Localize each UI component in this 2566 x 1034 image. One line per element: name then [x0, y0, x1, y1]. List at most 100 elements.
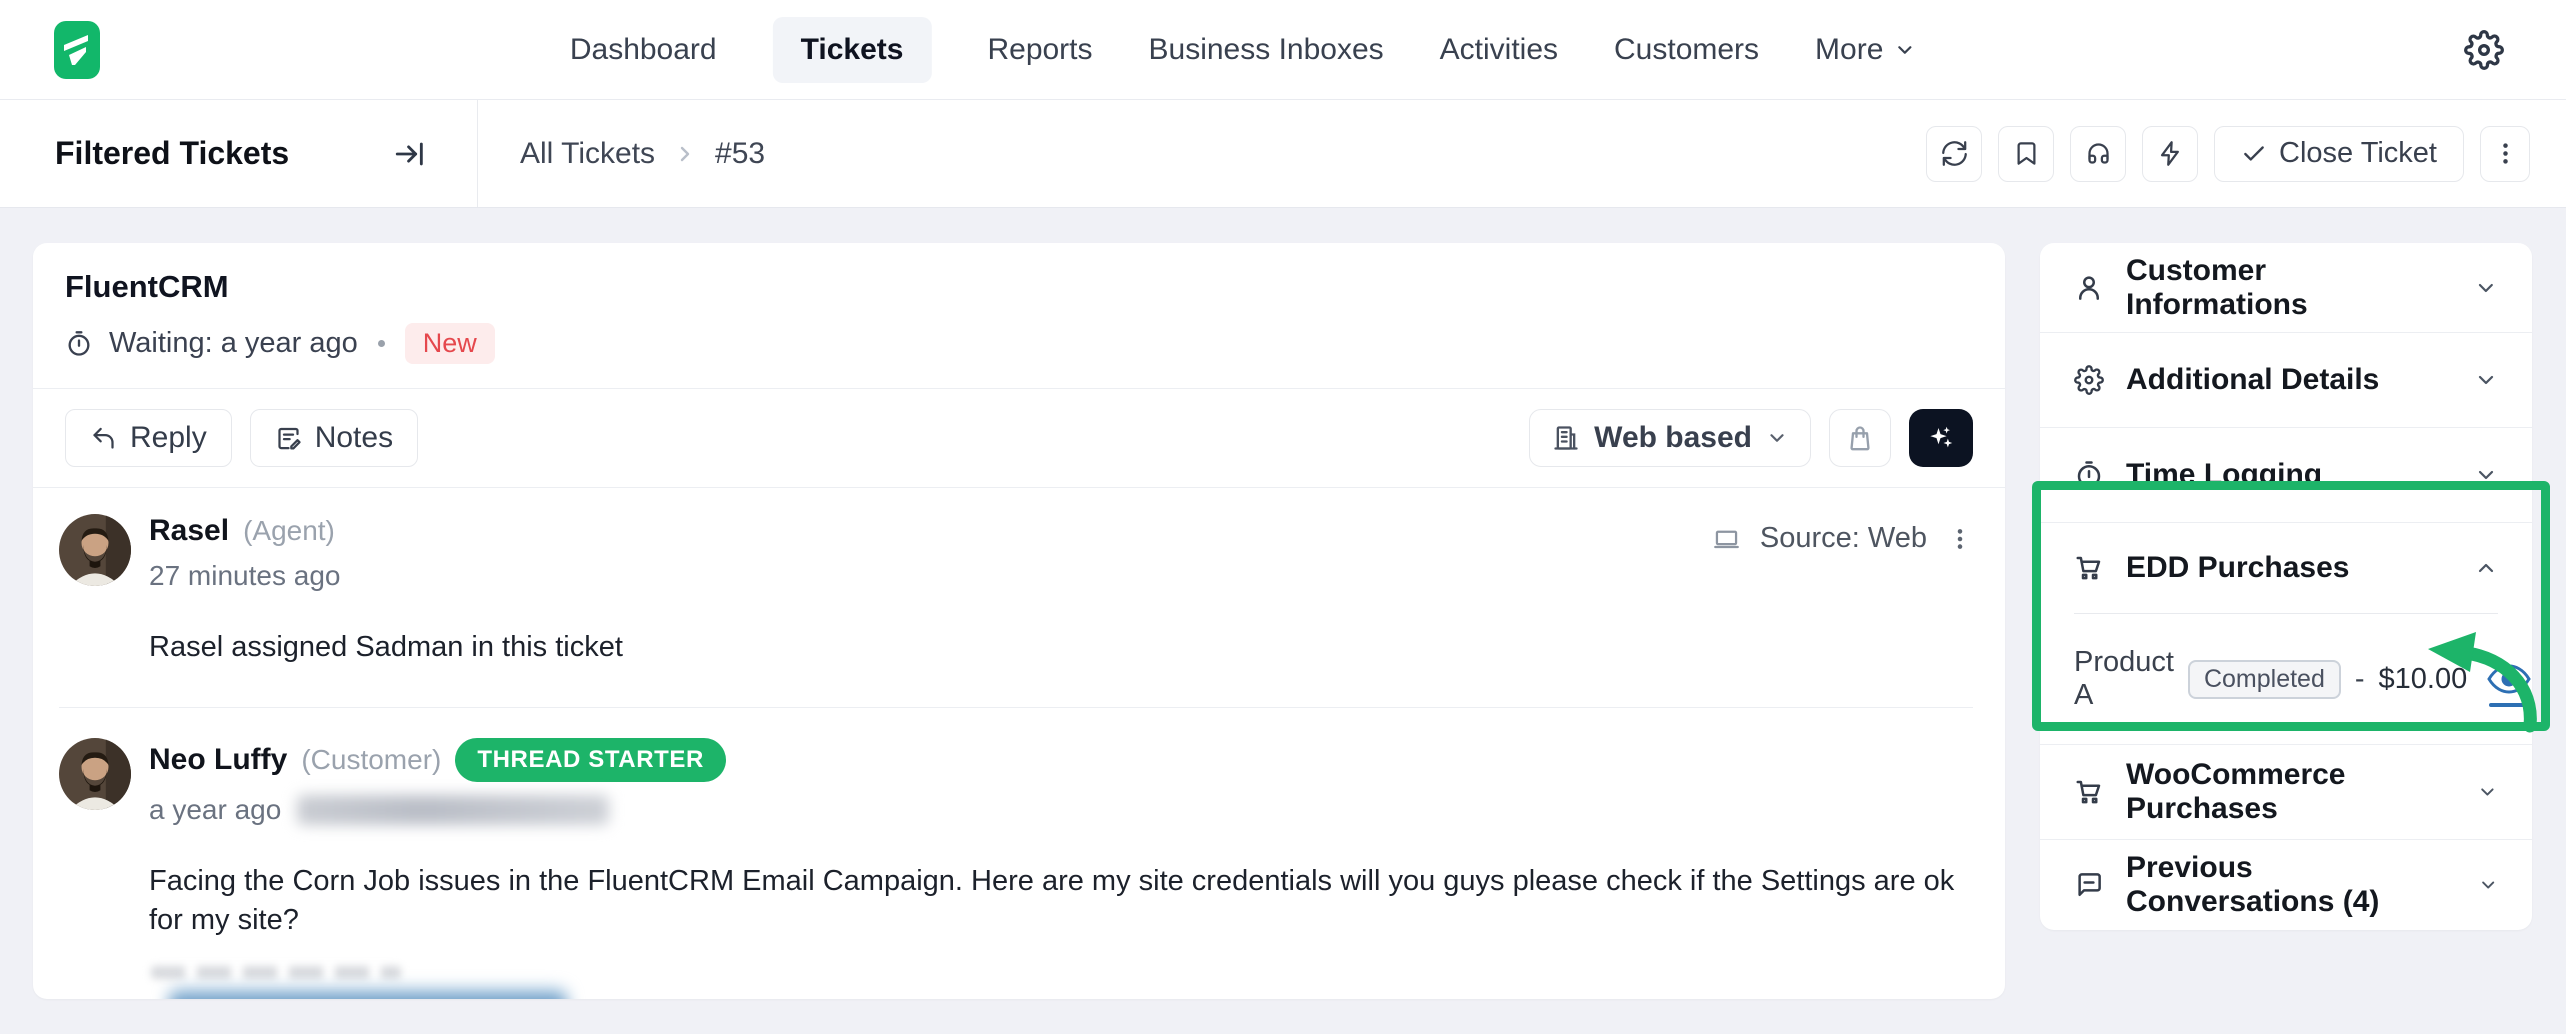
- nav-dashboard[interactable]: Dashboard: [570, 33, 717, 67]
- view-purchase-link[interactable]: [2487, 663, 2531, 695]
- widget-title: Additional Details: [2126, 363, 2379, 397]
- nav-activities[interactable]: Activities: [1440, 33, 1558, 67]
- message-timestamp: 27 minutes ago: [149, 560, 340, 592]
- filtered-tickets-panel-header: Filtered Tickets: [0, 100, 478, 207]
- chevron-down-icon: [2474, 368, 2498, 392]
- chevron-up-icon: [2474, 556, 2498, 580]
- message-body: Rasel assigned Sadman in this ticket: [149, 628, 1973, 667]
- expand-panel-button[interactable]: [393, 137, 427, 171]
- ai-assistant-button[interactable]: [1909, 409, 1973, 467]
- widget-title: Customer Informations: [2126, 254, 2452, 322]
- widget-additional-details[interactable]: Additional Details: [2040, 333, 2532, 428]
- avatar: [59, 738, 131, 810]
- bookmark-icon: [2013, 140, 2040, 167]
- ellipsis-vertical-icon: [2492, 140, 2519, 167]
- bookmark-button[interactable]: [1998, 126, 2054, 182]
- edd-amount: $10.00: [2379, 663, 2468, 696]
- chevron-down-icon: [1893, 39, 1915, 61]
- message-menu-icon[interactable]: [1947, 526, 1973, 552]
- ticket-widgets-sidebar: Customer Informations Additional Details…: [2040, 243, 2532, 930]
- widget-title: EDD Purchases: [2126, 551, 2349, 585]
- message-source-label: Source: Web: [1760, 522, 1927, 555]
- widget-edd-purchases[interactable]: EDD Purchases: [2040, 523, 2532, 613]
- nav-reports[interactable]: Reports: [987, 33, 1092, 67]
- close-ticket-button[interactable]: Close Ticket: [2214, 126, 2464, 182]
- reply-button[interactable]: Reply: [65, 409, 232, 467]
- avatar: [59, 514, 131, 586]
- chevron-down-icon: [2474, 276, 2498, 300]
- close-ticket-label: Close Ticket: [2279, 137, 2437, 170]
- author-name: Rasel: [149, 514, 229, 548]
- edd-separator: -: [2355, 663, 2365, 696]
- ticket-card: FluentCRM Waiting: a year ago New Reply: [33, 243, 2005, 999]
- notes-button[interactable]: Notes: [250, 409, 418, 467]
- chevron-down-icon: [2478, 873, 2498, 897]
- chevron-down-icon: [1766, 427, 1788, 449]
- nav-more-label: More: [1815, 33, 1883, 67]
- dot-separator: [378, 340, 385, 347]
- ticket-toolbar: Filtered Tickets All Tickets #53: [0, 100, 2566, 208]
- stopwatch-icon: [65, 330, 93, 358]
- widget-title: Previous Conversations (4): [2126, 851, 2456, 919]
- notes-label: Notes: [315, 421, 393, 455]
- lightning-icon: [2157, 140, 2184, 167]
- source-select-dropdown[interactable]: Web based: [1529, 409, 1811, 467]
- check-icon: [2241, 141, 2267, 167]
- widget-previous-conversations[interactable]: Previous Conversations (4): [2040, 840, 2532, 930]
- author-role: (Agent): [243, 515, 335, 547]
- eye-icon: [2487, 663, 2531, 695]
- author-role: (Customer): [301, 744, 441, 776]
- fluent-support-logo[interactable]: [54, 21, 100, 79]
- nav-tickets[interactable]: Tickets: [773, 17, 932, 83]
- avatar-photo: [59, 738, 131, 810]
- breadcrumb-ticket-number: #53: [715, 137, 765, 171]
- logo-glyph: [62, 31, 92, 69]
- message-body: Facing the Corn Job issues in the Fluent…: [149, 862, 1973, 940]
- toolbar-more-button[interactable]: [2480, 126, 2530, 182]
- main-nav: Dashboard Tickets Reports Business Inbox…: [570, 0, 1916, 100]
- quick-actions-button[interactable]: [2142, 126, 2198, 182]
- edd-purchase-row: Product A Completed - $10.00: [2040, 614, 2532, 745]
- nav-more[interactable]: More: [1815, 33, 1915, 67]
- ticket-title: FluentCRM: [65, 269, 1975, 305]
- shopping-bag-icon: [1846, 424, 1874, 452]
- support-agent-button[interactable]: [2070, 126, 2126, 182]
- nav-business-inboxes[interactable]: Business Inboxes: [1149, 33, 1384, 67]
- edd-status-badge: Completed: [2188, 660, 2341, 699]
- waiting-time-label: Waiting: a year ago: [109, 327, 358, 360]
- nav-customers[interactable]: Customers: [1614, 33, 1759, 67]
- reply-label: Reply: [130, 421, 207, 455]
- redacted-link-blur: [169, 989, 567, 999]
- breadcrumb: All Tickets #53: [478, 100, 765, 207]
- sparkles-icon: [1926, 423, 1956, 453]
- cart-icon: [2074, 553, 2104, 583]
- headset-icon: [2085, 140, 2112, 167]
- source-select-value: Web based: [1594, 421, 1752, 455]
- chevron-down-icon: [2477, 780, 2498, 804]
- widget-customer-informations[interactable]: Customer Informations: [2040, 243, 2532, 333]
- settings-gear-button[interactable]: [2464, 30, 2504, 70]
- ticket-meta: Waiting: a year ago New: [65, 323, 1975, 364]
- building-icon: [1552, 424, 1580, 452]
- notes-icon: [275, 425, 302, 452]
- top-navigation: Dashboard Tickets Reports Business Inbox…: [0, 0, 2566, 100]
- refresh-button[interactable]: [1926, 126, 1982, 182]
- avatar-photo: [59, 514, 131, 586]
- monitor-icon: [1713, 525, 1740, 552]
- widget-title: Time Logging: [2126, 458, 2322, 492]
- edd-product-name: Product A: [2074, 646, 2174, 712]
- message-timestamp: a year ago: [149, 794, 281, 826]
- widget-time-logging[interactable]: Time Logging: [2040, 428, 2532, 523]
- reply-icon: [90, 425, 117, 452]
- ticket-action-row: Reply Notes Web based: [33, 389, 2005, 488]
- breadcrumb-all-tickets[interactable]: All Tickets: [520, 137, 655, 171]
- redacted-blur: [297, 795, 609, 825]
- purchase-history-button[interactable]: [1829, 409, 1891, 467]
- page-content: FluentCRM Waiting: a year ago New Reply: [0, 208, 2566, 1034]
- ticket-header: FluentCRM Waiting: a year ago New: [33, 243, 2005, 389]
- panel-title: Filtered Tickets: [55, 135, 289, 172]
- thread-starter-badge: THREAD STARTER: [455, 738, 726, 782]
- redacted-text-blur: [151, 966, 401, 979]
- chevron-down-icon: [2474, 463, 2498, 487]
- widget-woocommerce-purchases[interactable]: WooCommerce Purchases: [2040, 745, 2532, 840]
